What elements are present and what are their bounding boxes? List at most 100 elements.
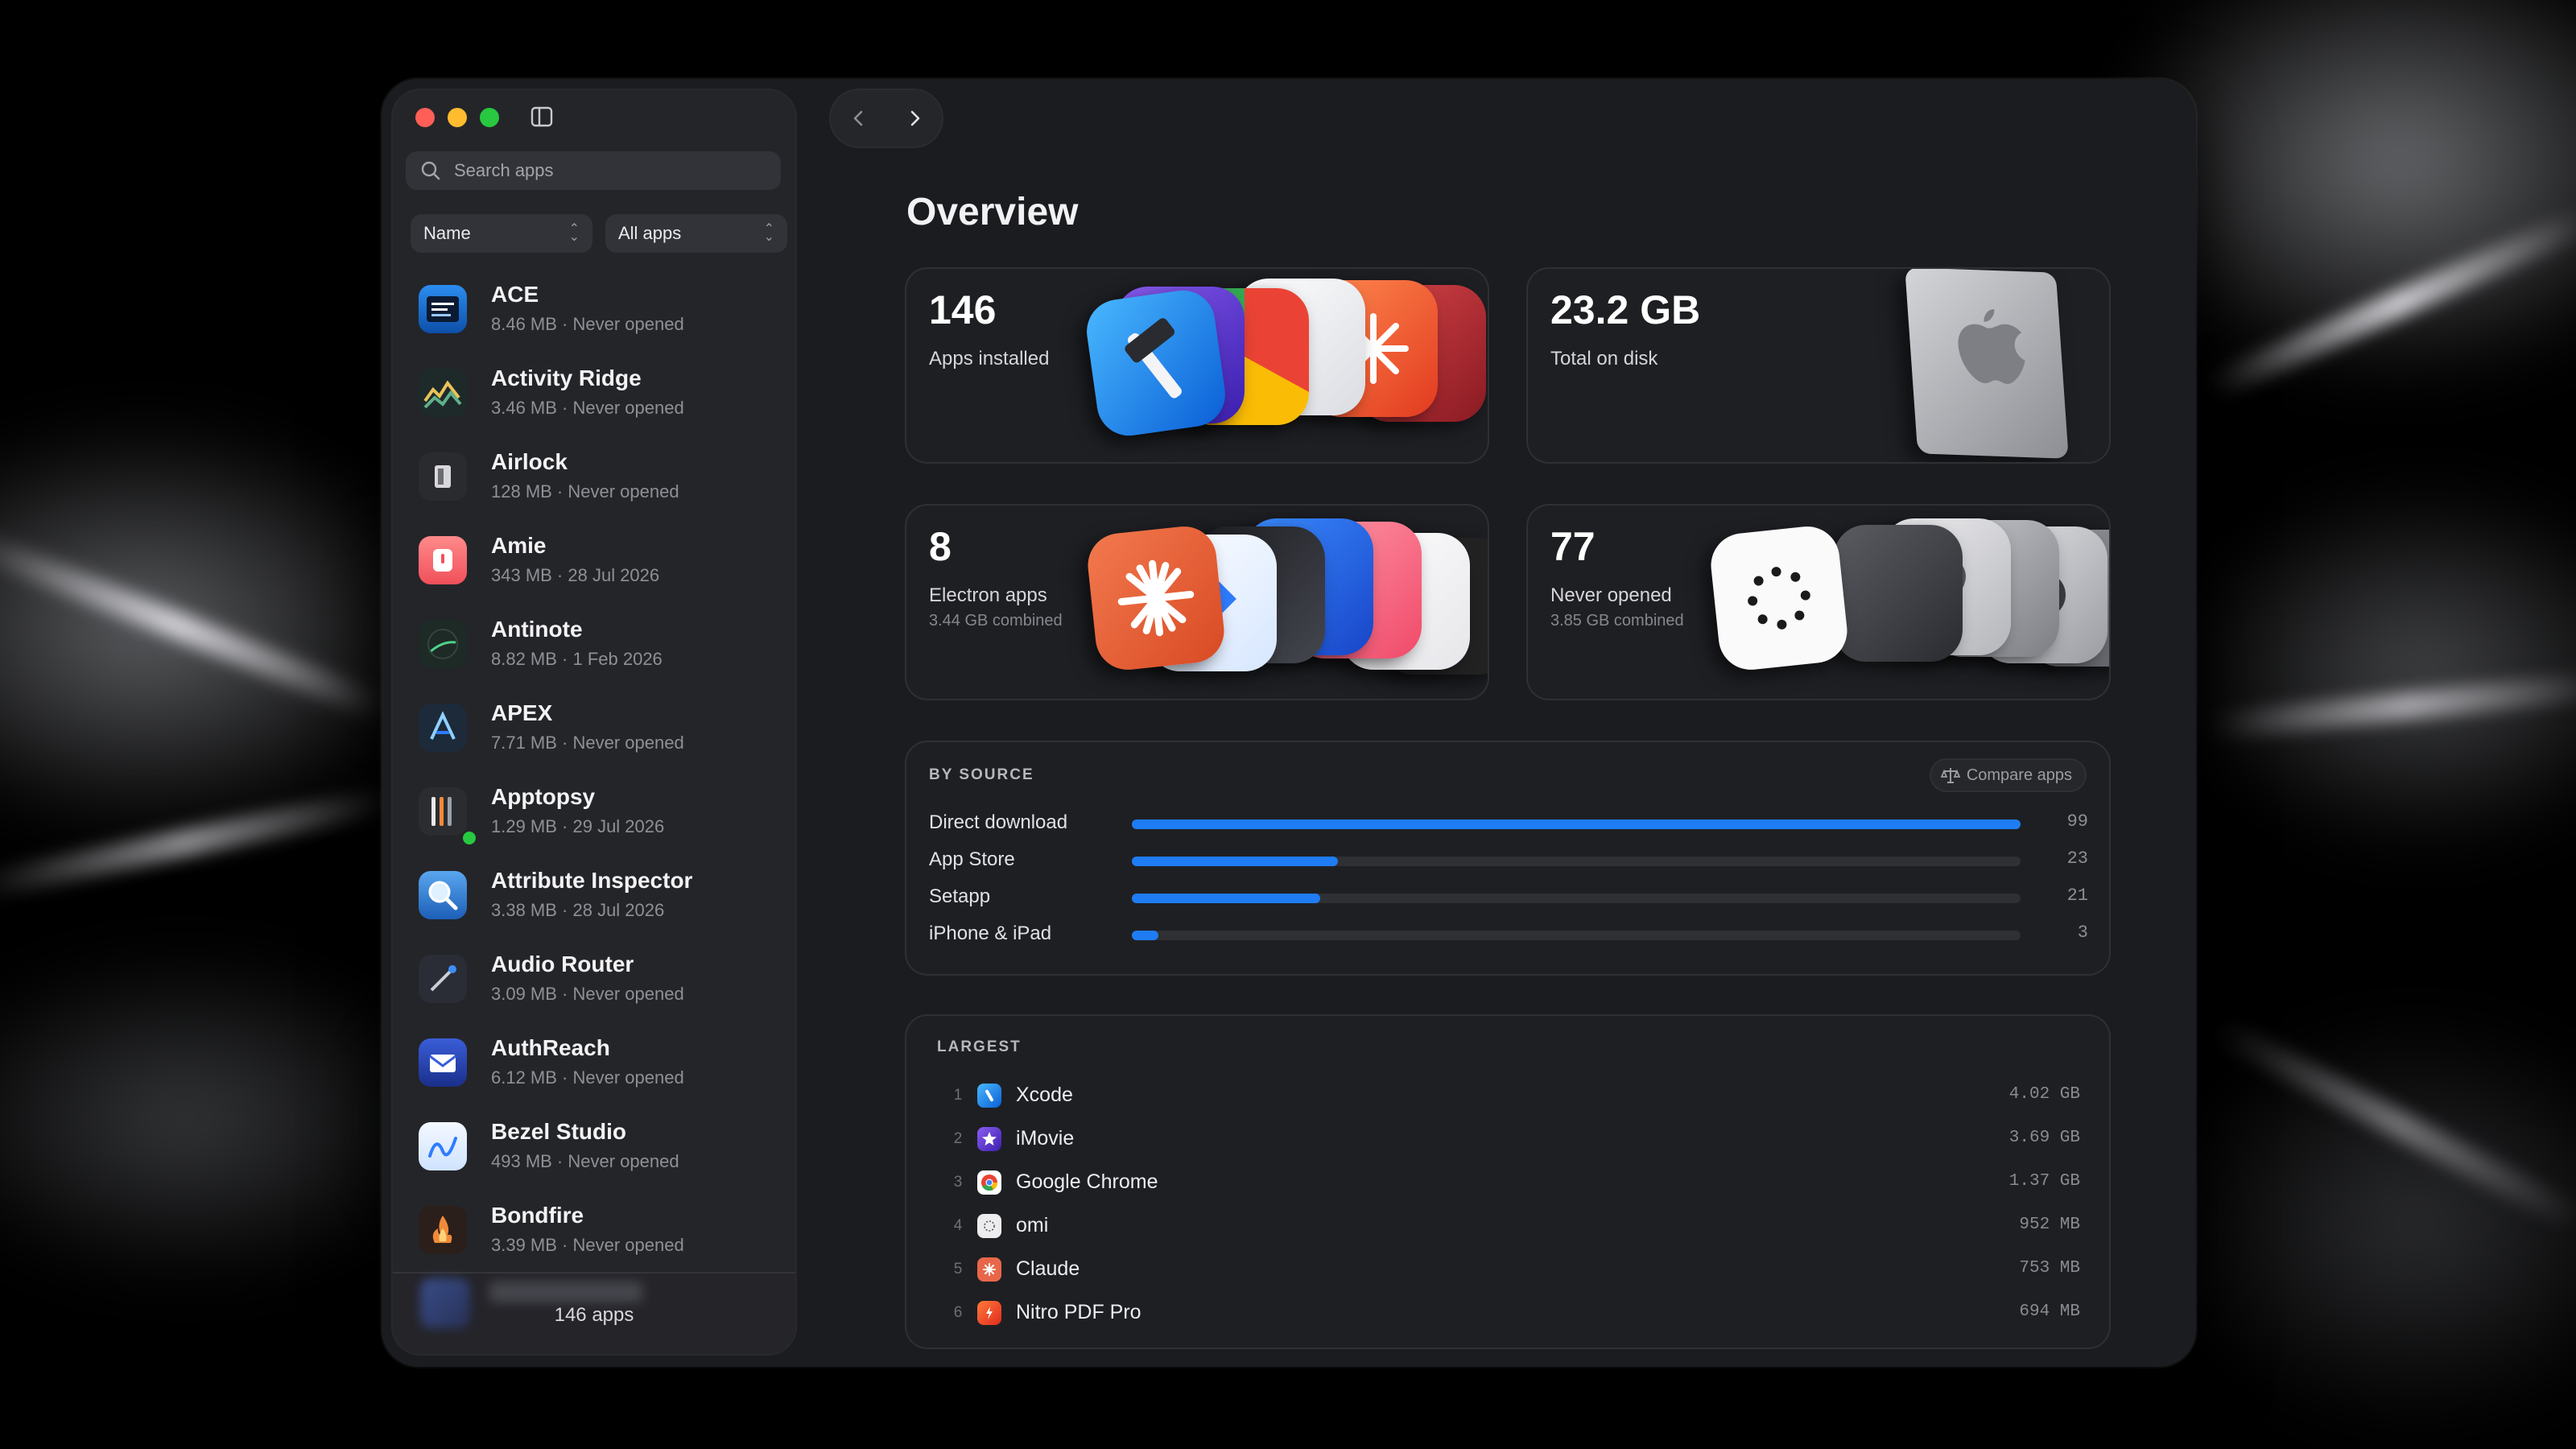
largest-row[interactable]: 4 omi 952 MB xyxy=(937,1206,2080,1248)
list-item[interactable]: Activity Ridge 3.46 MB · Never opened xyxy=(393,353,795,436)
largest-row[interactable]: 2 iMovie 3.69 GB xyxy=(937,1119,2080,1161)
largest-row[interactable]: 3 Google Chrome 1.37 GB xyxy=(937,1162,2080,1204)
app-name: Bezel Studio xyxy=(491,1119,627,1144)
app-name: Nitro PDF Pro xyxy=(1016,1301,1141,1323)
filter-select-value: All apps xyxy=(618,223,682,243)
card-label: Total on disk xyxy=(1550,348,1658,369)
disk-drive-icon xyxy=(1905,269,2069,459)
forward-button[interactable] xyxy=(898,102,931,134)
app-meta: 1.29 MB · 29 Jul 2026 xyxy=(491,816,665,836)
activity-ridge-icon xyxy=(419,369,467,417)
scrolled-app-name xyxy=(489,1282,642,1302)
app-tile-icon xyxy=(1834,525,1963,662)
app-name: iMovie xyxy=(1016,1127,1075,1150)
sidebar: Name ⌃⌄ All apps ⌃⌄ ACE 8.46 MB · Never … xyxy=(393,90,795,1354)
app-name: Activity Ridge xyxy=(491,365,642,390)
sort-select[interactable]: Name ⌃ ⌄ xyxy=(411,214,592,253)
source-bar-track xyxy=(1132,857,2021,866)
largest-apps-panel: LARGEST 1 Xcode 4.02 GB 2 iMovie 3.69 GB… xyxy=(906,1016,2109,1348)
card-label: Never opened xyxy=(1550,584,1672,606)
total-on-disk-card[interactable]: 23.2 GB Total on disk xyxy=(1528,269,2109,462)
list-item[interactable]: Bondfire 3.39 MB · Never opened xyxy=(393,1190,795,1274)
apps-installed-card[interactable]: 146 Apps installed xyxy=(906,269,1488,462)
app-name: Google Chrome xyxy=(1016,1170,1158,1193)
filter-select[interactable]: All apps ⌃ ⌄ xyxy=(605,214,787,253)
omi-icon xyxy=(977,1214,1001,1238)
source-label: iPhone & iPad xyxy=(929,923,1052,944)
app-name: AuthReach xyxy=(491,1035,610,1060)
antinote-icon xyxy=(419,620,467,668)
search-input[interactable] xyxy=(452,159,762,182)
list-item[interactable]: Apptopsy 1.29 MB · 29 Jul 2026 xyxy=(393,771,795,855)
bezel-studio-icon xyxy=(419,1122,467,1170)
updown-chevron-icon: ⌃ ⌄ xyxy=(568,222,580,244)
section-heading: LARGEST xyxy=(937,1038,1022,1055)
app-name: Claude xyxy=(1016,1257,1080,1280)
source-count: 23 xyxy=(2066,848,2088,869)
minimize-button[interactable] xyxy=(448,108,467,127)
app-meta: 128 MB · Never opened xyxy=(491,481,679,502)
app-name: Bondfire xyxy=(491,1203,584,1228)
app-meta: 343 MB · 28 Jul 2026 xyxy=(491,565,660,585)
app-meta: 3.38 MB · 28 Jul 2026 xyxy=(491,900,665,920)
search-field[interactable] xyxy=(406,151,781,190)
rank: 5 xyxy=(953,1261,963,1278)
card-label: Apps installed xyxy=(929,348,1050,369)
source-bar-fill xyxy=(1132,931,1159,940)
scale-icon xyxy=(1940,766,1961,785)
source-row[interactable]: Setapp 21 xyxy=(929,881,2088,913)
largest-row[interactable]: 1 Xcode 4.02 GB xyxy=(937,1075,2080,1117)
claude-tile-icon xyxy=(1084,523,1228,673)
list-item[interactable]: Antinote 8.82 MB · 1 Feb 2026 xyxy=(393,604,795,687)
search-icon xyxy=(419,159,443,183)
list-item[interactable]: AuthReach 6.12 MB · Never opened xyxy=(393,1022,795,1106)
list-item[interactable]: Attribute Inspector 3.38 MB · 28 Jul 202… xyxy=(393,855,795,939)
sidebar-toggle-icon[interactable] xyxy=(530,105,554,129)
card-value: 146 xyxy=(929,287,997,332)
app-name: Antinote xyxy=(491,617,583,642)
never-opened-card[interactable]: 77 Never opened 3.85 GB combined xyxy=(1528,506,2109,699)
largest-row[interactable]: 5 Claude 753 MB xyxy=(937,1249,2080,1291)
zoom-button[interactable] xyxy=(480,108,499,127)
list-item[interactable]: Airlock 128 MB · Never opened xyxy=(393,436,795,520)
navigation-buttons xyxy=(831,90,942,147)
card-value: 23.2 GB xyxy=(1550,287,1701,332)
source-label: Direct download xyxy=(929,811,1068,833)
xcode-icon xyxy=(977,1084,1001,1108)
app-meta: 3.39 MB · Never opened xyxy=(491,1235,684,1255)
list-item[interactable]: APEX 7.71 MB · Never opened xyxy=(393,687,795,771)
electron-apps-card[interactable]: 8 Electron apps 3.44 GB combined xyxy=(906,506,1488,699)
list-item[interactable]: Amie 343 MB · 28 Jul 2026 xyxy=(393,520,795,604)
back-button[interactable] xyxy=(843,102,875,134)
app-meta: 493 MB · Never opened xyxy=(491,1151,679,1171)
source-count: 21 xyxy=(2066,886,2088,906)
authreach-icon xyxy=(419,1038,467,1087)
apptopsy-icon xyxy=(419,787,467,836)
chevron-left-icon xyxy=(853,110,862,126)
app-meta: 7.71 MB · Never opened xyxy=(491,733,684,753)
imovie-icon xyxy=(977,1127,1001,1151)
source-row[interactable]: Direct download 99 xyxy=(929,807,2088,839)
app-name: Attribute Inspector xyxy=(491,868,693,893)
app-meta: 8.82 MB · 1 Feb 2026 xyxy=(491,649,663,669)
largest-row[interactable]: 6 Nitro PDF Pro 694 MB xyxy=(937,1293,2080,1335)
source-label: Setapp xyxy=(929,886,991,907)
list-item[interactable]: Bezel Studio 493 MB · Never opened xyxy=(393,1106,795,1190)
source-bar-fill xyxy=(1132,894,1321,903)
close-button[interactable] xyxy=(415,108,435,127)
nitro-pdf-icon xyxy=(977,1301,1001,1325)
app-name: Audio Router xyxy=(491,952,634,976)
list-item[interactable]: ACE 8.46 MB · Never opened xyxy=(393,269,795,353)
attribute-inspector-icon xyxy=(419,871,467,919)
app-meta: 3.46 MB · Never opened xyxy=(491,398,684,418)
list-item[interactable]: Audio Router 3.09 MB · Never opened xyxy=(393,939,795,1022)
app-name: Airlock xyxy=(491,449,568,474)
app-size: 3.69 GB xyxy=(2008,1129,2080,1147)
source-row[interactable]: App Store 23 xyxy=(929,844,2088,876)
source-row[interactable]: iPhone & iPad 3 xyxy=(929,918,2088,950)
chrome-icon xyxy=(977,1170,1001,1195)
compare-apps-button[interactable]: Compare apps xyxy=(1930,760,2085,791)
source-bar-track xyxy=(1132,894,2021,903)
app-name: APEX xyxy=(491,700,553,725)
card-subtitle: 3.85 GB combined xyxy=(1550,612,1684,630)
